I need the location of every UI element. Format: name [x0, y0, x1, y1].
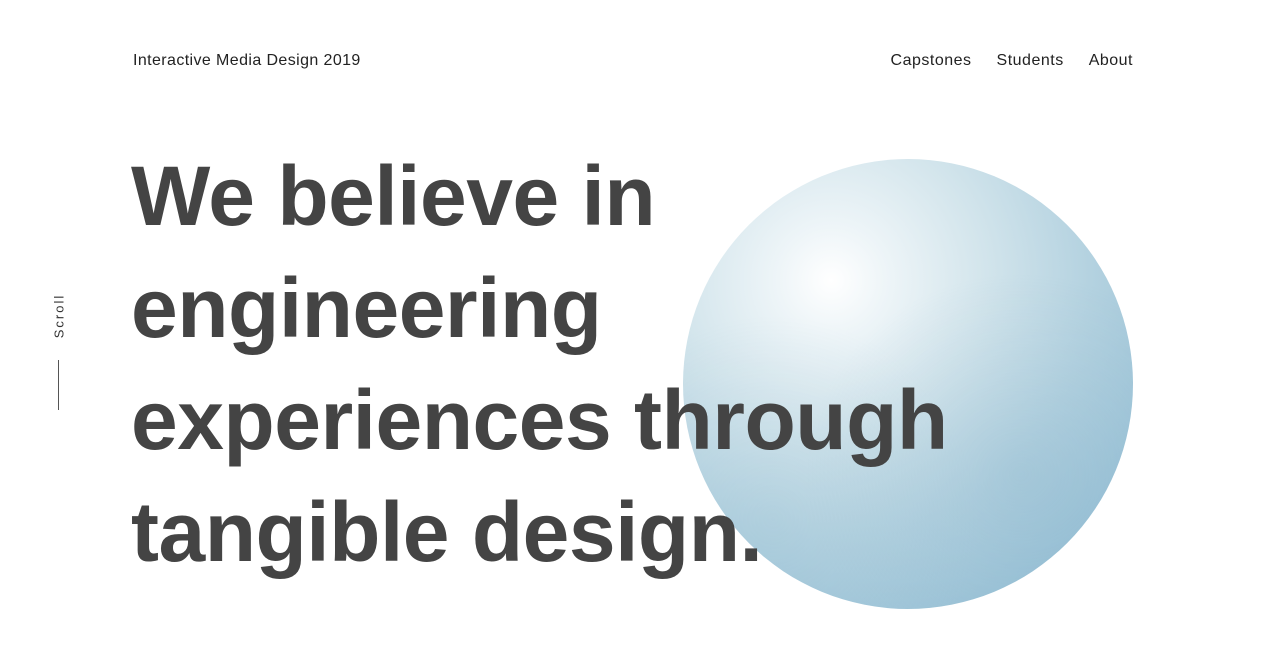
page: Interactive Media Design 2019 Capstones … [0, 0, 1265, 660]
hero-headline: We believe in engineering experiences th… [131, 140, 948, 588]
nav-link-students[interactable]: Students [997, 52, 1064, 70]
hero-line: engineering [131, 261, 602, 355]
site-title-link[interactable]: Interactive Media Design 2019 [133, 52, 361, 70]
hero-line: We believe in [131, 149, 656, 243]
nav-link-capstones[interactable]: Capstones [891, 52, 972, 70]
hero-line: tangible design. [131, 485, 763, 579]
scroll-indicator-label[interactable]: Scroll [52, 294, 67, 339]
nav-link-about[interactable]: About [1089, 52, 1133, 70]
main-nav: Capstones Students About [891, 52, 1133, 70]
scroll-indicator-line [58, 360, 59, 410]
hero-line: experiences through [131, 373, 948, 467]
